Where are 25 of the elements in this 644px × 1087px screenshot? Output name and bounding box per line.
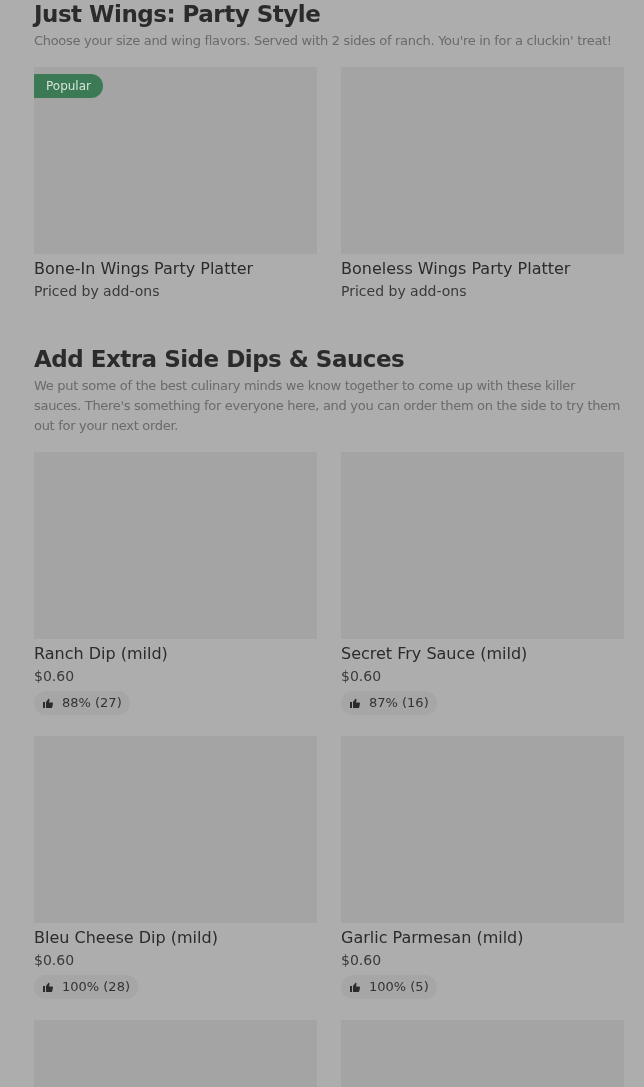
item-name[interactable]: Bone-In Wings Party Platter xyxy=(34,258,317,280)
item-name[interactable]: Ranch Dip (mild) xyxy=(34,643,317,665)
item-name[interactable]: Boneless Wings Party Platter xyxy=(341,258,624,280)
item-price: $0.60 xyxy=(34,951,76,970)
thumbs-up-icon xyxy=(42,697,54,709)
item-price: $0.60 xyxy=(34,667,76,686)
rating-text: 100% (5) xyxy=(369,978,429,997)
item-name[interactable]: Bleu Cheese Dip (mild) xyxy=(34,927,317,949)
section-description: We put some of the best culinary minds we know together to come up with these killer sauces. There's something for everyone here, and you can order them on the side to try them out for your next order. xyxy=(34,377,622,435)
item-price: $0.60 xyxy=(341,667,383,686)
rating-text: 100% (28) xyxy=(62,978,130,997)
rating-text: 88% (27) xyxy=(62,694,122,713)
thumbs-up-icon xyxy=(349,697,361,709)
item-name[interactable]: Garlic Parmesan (mild) xyxy=(341,927,624,949)
item-name[interactable]: Secret Fry Sauce (mild) xyxy=(341,643,624,665)
item-price: Priced by add-ons xyxy=(34,282,161,301)
item-price: Priced by add-ons xyxy=(341,282,468,301)
thumbs-up-icon xyxy=(349,981,361,993)
section-title: Just Wings: Party Style xyxy=(34,0,322,28)
section-title: Add Extra Side Dips & Sauces xyxy=(34,345,406,373)
item-price: $0.60 xyxy=(341,951,383,970)
rating-text: 87% (16) xyxy=(369,694,429,713)
thumbs-up-icon xyxy=(42,981,54,993)
popular-badge: Popular xyxy=(34,74,103,98)
section-description: Choose your size and wing flavors. Served with 2 sides of ranch. You're in for a cluckin' treat! xyxy=(34,32,613,50)
